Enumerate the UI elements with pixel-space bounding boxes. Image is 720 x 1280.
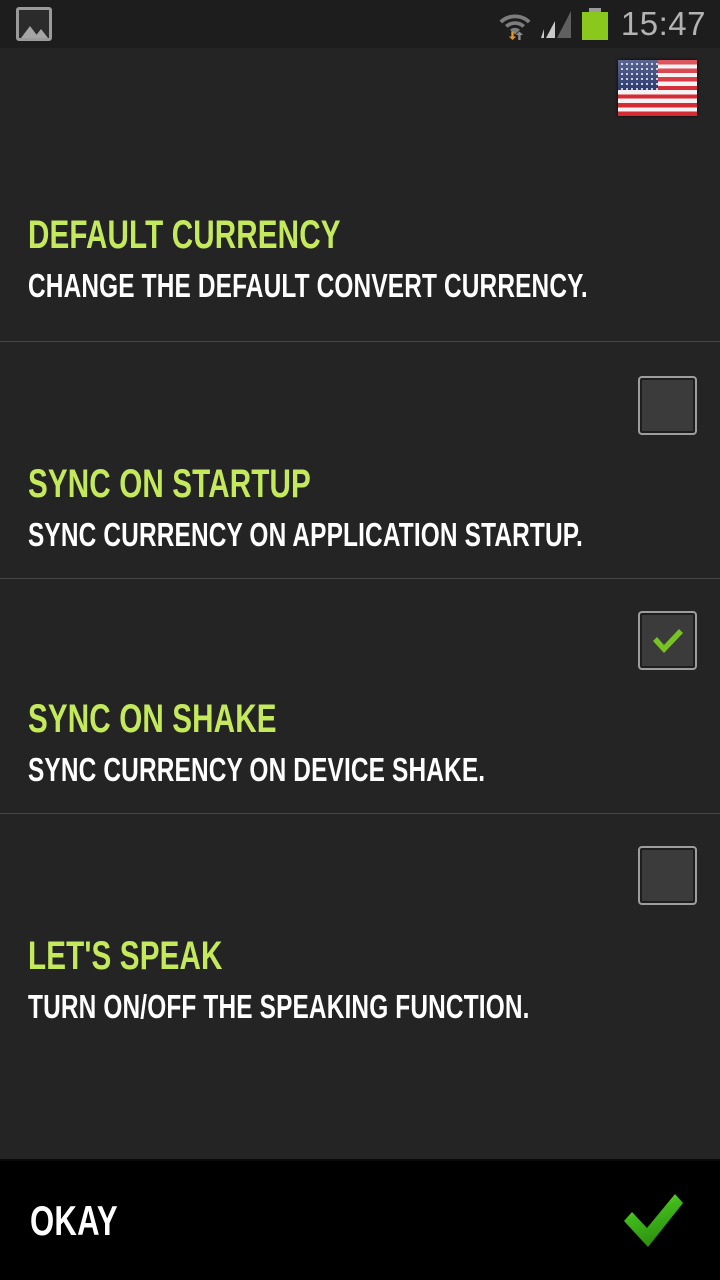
status-bar: 15:47	[0, 0, 720, 48]
gallery-icon-mountain-right	[34, 29, 48, 38]
setting-text-block: SYNC ON STARTUP SYNC CURRENCY ON APPLICA…	[28, 342, 692, 551]
setting-row-default-currency[interactable]: DEFAULT CURRENCY CHANGE THE DEFAULT CONV…	[0, 153, 720, 341]
setting-row-sync-on-startup[interactable]: SYNC ON STARTUP SYNC CURRENCY ON APPLICA…	[0, 341, 720, 578]
checkmark-icon	[652, 628, 683, 653]
battery-icon	[581, 8, 608, 40]
okay-button-label[interactable]: OKAY	[30, 1199, 118, 1242]
setting-title: SYNC ON STARTUP	[28, 462, 311, 506]
setting-subtitle: TURN ON/OFF THE SPEAKING FUNCTION.	[28, 988, 530, 1025]
setting-subtitle: CHANGE THE DEFAULT CONVERT CURRENCY.	[28, 267, 588, 304]
checkbox-sync-on-shake[interactable]	[638, 611, 697, 670]
setting-row-lets-speak[interactable]: LET'S SPEAK TURN ON/OFF THE SPEAKING FUN…	[0, 813, 720, 1159]
setting-text-block: SYNC ON SHAKE SYNC CURRENCY ON DEVICE SH…	[28, 579, 692, 786]
setting-text-block: LET'S SPEAK TURN ON/OFF THE SPEAKING FUN…	[28, 814, 692, 1023]
battery-body	[581, 12, 608, 40]
checkbox-lets-speak[interactable]	[638, 846, 697, 905]
setting-title: LET'S SPEAK	[28, 934, 223, 978]
cellular-signal-icon	[540, 9, 573, 39]
flag-stars	[618, 60, 658, 90]
status-bar-clock: 15:47	[620, 4, 706, 42]
setting-subtitle: SYNC CURRENCY ON APPLICATION STARTUP.	[28, 516, 583, 553]
setting-title: SYNC ON SHAKE	[28, 697, 277, 741]
checkbox-sync-on-startup[interactable]	[638, 376, 697, 435]
language-flag-row	[0, 48, 720, 153]
setting-subtitle: SYNC CURRENCY ON DEVICE SHAKE.	[28, 751, 486, 788]
status-bar-left	[16, 7, 52, 41]
us-flag-icon[interactable]	[618, 60, 697, 116]
gallery-image-icon	[16, 7, 52, 41]
status-bar-right: 15:47	[498, 7, 706, 42]
green-checkmark-icon[interactable]	[620, 1191, 686, 1251]
settings-screen: DEFAULT CURRENCY CHANGE THE DEFAULT CONV…	[0, 48, 720, 1159]
setting-text-block: DEFAULT CURRENCY CHANGE THE DEFAULT CONV…	[28, 153, 692, 302]
wifi-icon	[498, 8, 532, 40]
bottom-action-bar[interactable]: OKAY	[0, 1159, 720, 1280]
setting-row-sync-on-shake[interactable]: SYNC ON SHAKE SYNC CURRENCY ON DEVICE SH…	[0, 578, 720, 813]
setting-title: DEFAULT CURRENCY	[28, 213, 341, 257]
